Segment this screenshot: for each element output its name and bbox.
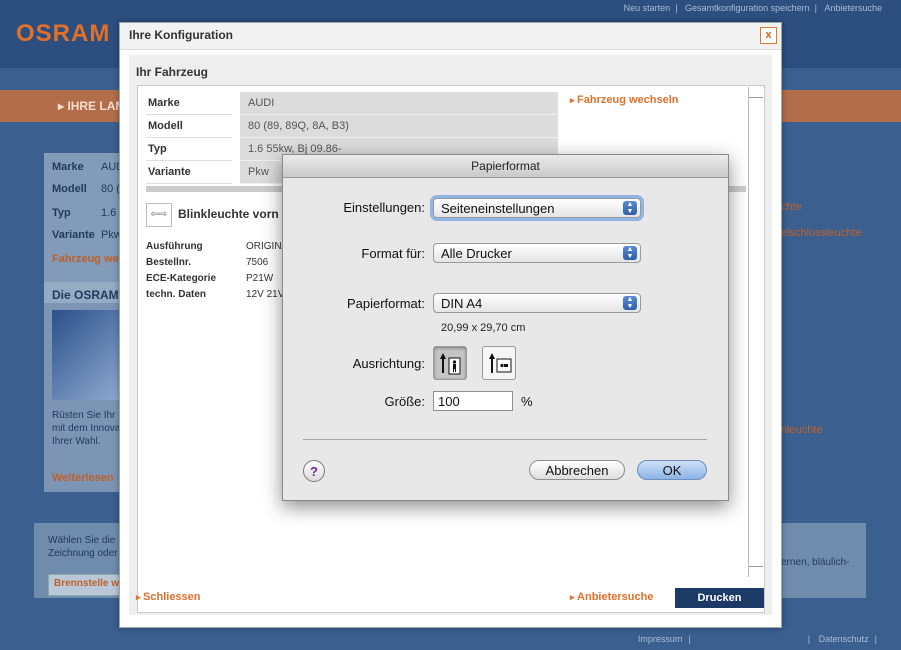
percent-unit: % [521, 394, 533, 409]
scrollbar[interactable] [748, 87, 763, 577]
spec-label: Ausführung [146, 241, 203, 252]
select-arrows-icon: ▲ ▼ [623, 296, 637, 310]
size-label: Größe: [384, 394, 425, 409]
link-impressum[interactable]: Impressum [638, 634, 683, 644]
landscape-icon [489, 353, 512, 373]
bg-vehicle-box [44, 153, 120, 303]
configuration-title: Ihre Konfiguration [129, 28, 233, 42]
link-gesamtkonfiguration[interactable]: Gesamtkonfiguration speichern [685, 3, 810, 13]
osram-logo: OSRAM [16, 20, 111, 47]
bg-heading: Die OSRAM [52, 288, 119, 302]
site-footer: Impressum | | Datenschutz | [0, 630, 901, 650]
format-for-label: Format für: [361, 246, 425, 261]
bg-value: 1.6 [101, 207, 117, 219]
bg-body: Ihrer Wahl. [52, 436, 101, 447]
blinker-icon: ⇦⇨ [146, 203, 172, 227]
paper-size-select[interactable]: DIN A4 ▲ ▼ [433, 293, 641, 313]
scroll-down-arrow[interactable] [749, 566, 763, 577]
link-datenschutz[interactable]: Datenschutz [819, 634, 869, 644]
dialog-divider [303, 439, 707, 440]
close-icon[interactable]: x [760, 27, 777, 44]
bg-fahrzeug-link: Fahrzeug we [52, 253, 119, 265]
bg-value: 80 ( [101, 183, 120, 195]
scroll-up-arrow[interactable] [749, 87, 763, 98]
spec-label: Bestellnr. [146, 257, 192, 268]
vehicle-value: AUDI [240, 92, 558, 115]
portrait-icon [440, 353, 461, 375]
select-arrows-icon: ▲ ▼ [623, 246, 637, 260]
bg-bottom-text: Wählen Sie die [48, 535, 116, 546]
spec-row: Bestellnr. 7506 [146, 257, 268, 268]
bg-brennstelle: Brennstelle w [54, 578, 120, 589]
configuration-header: Ihre Konfiguration x [120, 23, 781, 50]
spec-value: P21W [246, 273, 274, 284]
link-anbietersuche-top[interactable]: Anbietersuche [824, 3, 882, 13]
bg-label: Variante [52, 229, 95, 241]
bg-product-image [52, 310, 120, 400]
band-text: ▸ IHRE LAM [58, 99, 126, 113]
bg-right-text: nleuchte [781, 424, 823, 436]
paper-dimensions: 20,99 x 29,70 cm [441, 322, 526, 334]
dealer-search-link[interactable]: Anbietersuche [570, 591, 653, 603]
bg-bottom-right: ernen, bläulich- [781, 557, 850, 568]
vehicle-row: Modell 80 (89, 89Q, 8A, B3) [146, 115, 562, 138]
spec-row: Ausführung ORIGINA [146, 241, 288, 252]
lamp-title: Blinkleuchte vorn [178, 207, 279, 221]
link-neu-starten[interactable]: Neu starten [624, 3, 671, 13]
vehicle-label: Variante [146, 161, 232, 184]
settings-value: Seiteneinstellungen [441, 201, 555, 216]
ok-button[interactable]: OK [637, 460, 707, 480]
format-for-value: Alle Drucker [441, 246, 512, 261]
spec-label: techn. Daten [146, 289, 207, 300]
spec-row: techn. Daten 12V 21V [146, 289, 284, 300]
portrait-orientation-button[interactable] [433, 346, 467, 380]
dialog-title: Papierformat [283, 155, 728, 178]
spec-label: ECE-Kategorie [146, 273, 217, 284]
print-button[interactable]: Drucken [675, 588, 764, 608]
close-link[interactable]: Schliessen [136, 591, 200, 603]
bg-right-text: chte [781, 201, 802, 213]
landscape-orientation-button[interactable] [482, 346, 516, 380]
section-title: Ihr Fahrzeug [136, 65, 209, 79]
vehicle-label: Marke [146, 92, 232, 115]
vehicle-value: 80 (89, 89Q, 8A, B3) [240, 115, 558, 138]
spec-row: ECE-Kategorie P21W [146, 273, 273, 284]
bg-body: mit dem Innova [52, 423, 121, 434]
settings-label: Einstellungen: [343, 200, 425, 215]
vehicle-label: Modell [146, 115, 232, 138]
bg-label: Modell [52, 183, 87, 195]
change-vehicle-link[interactable]: Fahrzeug wechseln [570, 94, 678, 106]
paper-label: Papierformat: [346, 296, 425, 311]
top-links: Neu starten | Gesamtkonfiguration speiche… [623, 3, 882, 13]
vehicle-row: Marke AUDI [146, 92, 562, 115]
bg-label: Marke [52, 161, 84, 173]
paper-value: DIN A4 [441, 296, 483, 311]
page-setup-dialog: Papierformat Einstellungen: Seiteneinste… [282, 154, 729, 501]
bg-bottom-text: Zeichnung oder [48, 548, 118, 559]
orientation-label: Ausrichtung: [352, 356, 425, 371]
spec-value: 12V 21V [246, 289, 285, 300]
bg-label: Typ [52, 207, 71, 219]
bg-body: Rüsten Sie Ihr [52, 410, 116, 421]
scale-input[interactable]: 100 [433, 391, 513, 411]
help-icon[interactable]: ? [303, 460, 325, 482]
spec-value: 7506 [246, 257, 269, 268]
vehicle-label: Typ [146, 138, 232, 161]
select-arrows-icon: ▲ ▼ [623, 201, 637, 215]
bg-weiterlesen: Weiterlesen [52, 472, 114, 484]
bg-right-text: elschlussleuchte [781, 227, 862, 239]
settings-select[interactable]: Seiteneinstellungen ▲ ▼ [433, 198, 641, 218]
format-for-select[interactable]: Alle Drucker ▲ ▼ [433, 243, 641, 263]
cancel-button[interactable]: Abbrechen [529, 460, 625, 480]
